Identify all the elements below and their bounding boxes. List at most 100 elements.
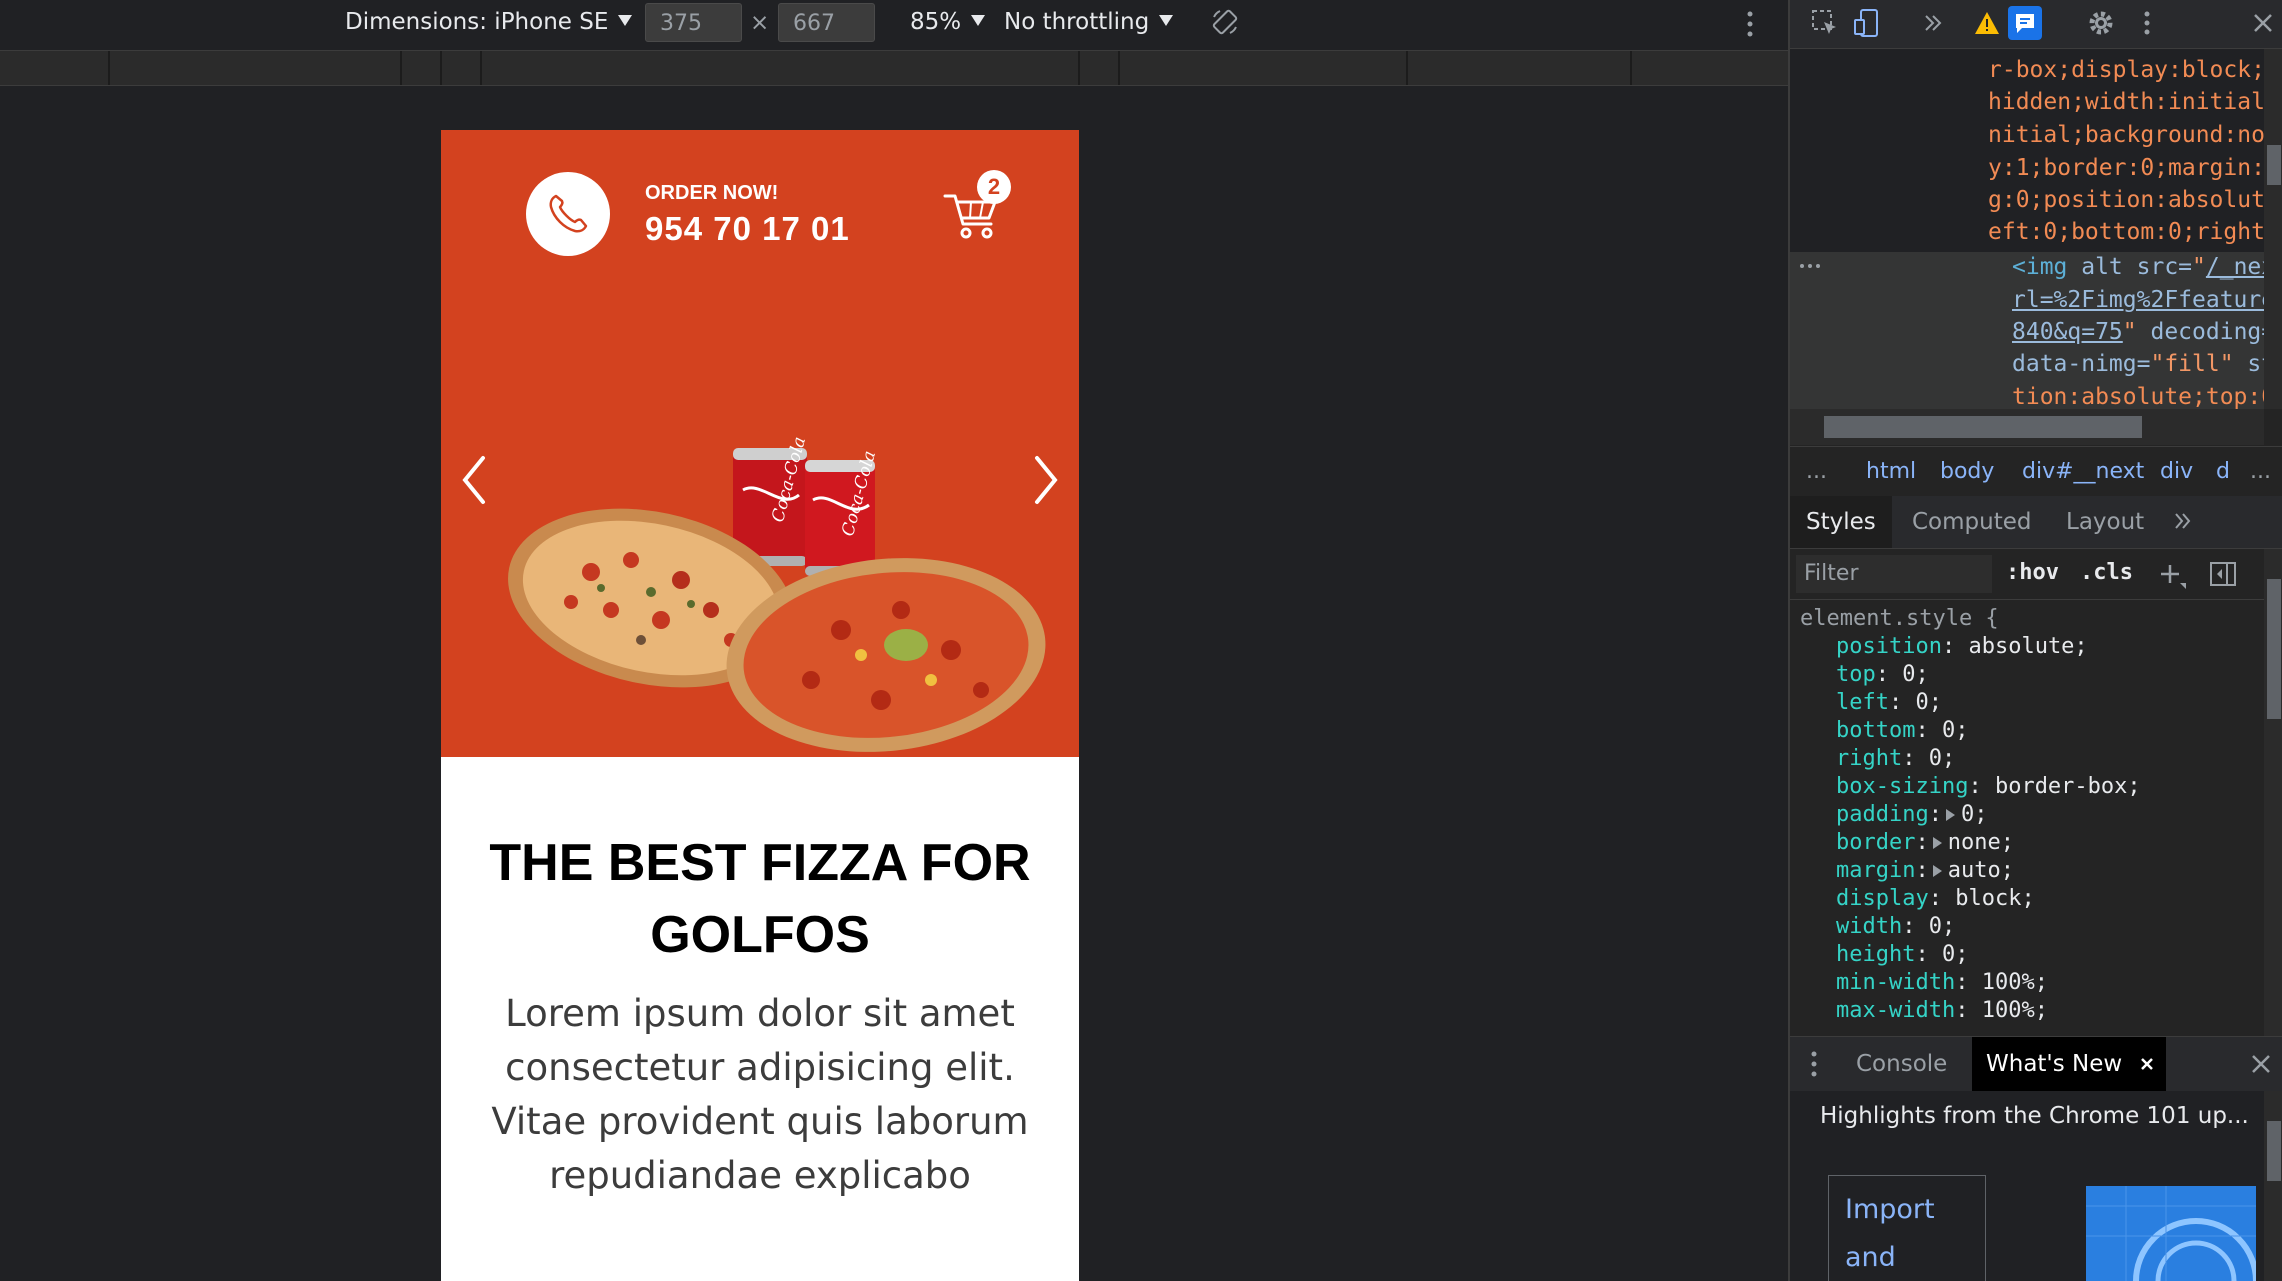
expand-triangle-icon[interactable] [1945, 809, 1955, 821]
scrollbar-thumb[interactable] [1824, 416, 2142, 438]
dom-line: hidden;width:initial; [1988, 89, 2264, 115]
scrollbar-thumb[interactable] [2267, 145, 2281, 185]
styles-pane: element.style { position: absolute; top:… [1790, 600, 2264, 1036]
css-property[interactable]: position: absolute; [1836, 634, 2088, 659]
close-tab-icon[interactable] [2140, 1057, 2154, 1071]
device-toggle-icon[interactable] [1852, 8, 1882, 38]
warning-icon[interactable] [1972, 8, 2002, 38]
dom-vertical-scrollbar[interactable] [2264, 49, 2282, 409]
styles-subtabs: Styles Computed Layout [1790, 496, 2282, 549]
tab-whats-new[interactable]: What's New [1972, 1037, 2167, 1091]
breadcrumb-item[interactable]: div#__next [2022, 459, 2144, 484]
ruler-segment[interactable] [1078, 51, 1080, 85]
css-property[interactable]: bottom: 0; [1836, 718, 1968, 743]
more-options-icon[interactable] [1742, 8, 1758, 40]
intro-section: THE BEST FIZZA FOR GOLFOS Lorem ipsum do… [441, 757, 1079, 1281]
slider-prev-arrow-icon[interactable] [455, 450, 495, 510]
css-property[interactable]: display: block; [1836, 886, 2035, 911]
css-property[interactable]: margin: auto; [1836, 858, 2014, 883]
inspect-element-icon[interactable] [1810, 8, 1840, 38]
ruler-segment[interactable] [108, 51, 110, 85]
expand-triangle-icon[interactable] [1932, 865, 1942, 877]
dom-line: y:1;border:0;margin:0 [1988, 155, 2264, 181]
drawer-menu-icon[interactable] [1808, 1049, 1820, 1079]
throttling-dropdown[interactable]: No throttling [1004, 9, 1174, 35]
pizza-and-soda-image: Coca-Cola Coca-Cola [508, 435, 1046, 752]
css-property[interactable]: right: 0; [1836, 746, 1955, 771]
dom-breadcrumb: ... html body div#__next div d ... [1790, 446, 2282, 498]
breadcrumb-overflow[interactable]: ... [2250, 459, 2271, 484]
toggle-sidebar-icon[interactable] [2208, 559, 2238, 589]
scrollbar-thumb[interactable] [2267, 579, 2281, 719]
phone-call-button[interactable] [526, 172, 610, 256]
hov-toggle[interactable]: :hov [2006, 560, 2059, 585]
breadcrumb-overflow[interactable]: ... [1806, 459, 1827, 484]
tab-styles[interactable]: Styles [1790, 496, 1892, 548]
css-property[interactable]: min-width: 100%; [1836, 970, 2048, 995]
node-options-icon[interactable] [1798, 261, 1822, 271]
devtools-menu-icon[interactable] [2132, 8, 2162, 38]
ruler-segment[interactable] [440, 51, 442, 85]
cls-toggle[interactable]: .cls [2080, 560, 2133, 585]
more-tabs-icon[interactable] [1918, 8, 1948, 38]
dom-horizontal-scrollbar[interactable] [1790, 409, 2264, 445]
issues-icon[interactable] [2008, 6, 2042, 40]
dimension-times-sign: × [750, 10, 770, 36]
dom-img-attrs: 840&q=75" decoding= [2012, 319, 2264, 345]
breadcrumb-item[interactable]: body [1940, 459, 1994, 484]
elements-dom-tree[interactable]: r-box;display:block;c hidden;width:initi… [1790, 49, 2264, 409]
device-height-input[interactable]: 667 [778, 3, 875, 42]
css-property[interactable]: box-sizing: border-box; [1836, 774, 2141, 799]
more-tabs-icon[interactable] [2170, 508, 2196, 534]
chevron-down-icon [618, 15, 633, 26]
zoom-dropdown[interactable]: 85% [910, 9, 986, 35]
expand-triangle-icon[interactable] [1932, 837, 1942, 849]
styles-filter-bar: Filter :hov .cls [1790, 549, 2282, 600]
breadcrumb-item[interactable]: d [2216, 459, 2230, 484]
tab-computed[interactable]: Computed [1896, 496, 2047, 548]
rotate-icon[interactable] [1210, 7, 1240, 37]
css-property[interactable]: max-width: 100%; [1836, 998, 2048, 1023]
device-dimensions-label: Dimensions: iPhone SE [345, 9, 609, 35]
chevron-down-icon [1159, 15, 1174, 26]
device-dimensions-dropdown[interactable]: Dimensions: iPhone SE [345, 9, 633, 35]
css-property[interactable]: border: none; [1836, 830, 2014, 855]
order-now-label: ORDER NOW! [645, 182, 779, 204]
media-query-ruler[interactable] [0, 50, 1788, 86]
intro-paragraph: Lorem ipsum dolor sit amet consectetur a… [491, 992, 1029, 1197]
whats-new-promo-image[interactable] [2086, 1186, 2256, 1281]
device-width-input[interactable]: 375 [645, 3, 742, 42]
ruler-segment[interactable] [1118, 51, 1120, 85]
tab-console[interactable]: Console [1842, 1037, 1961, 1091]
new-style-rule-icon[interactable] [2158, 561, 2188, 591]
whats-new-scrollbar[interactable] [2264, 1091, 2282, 1281]
styles-filter-input[interactable]: Filter [1796, 555, 1992, 593]
headline-line: THE BEST FIZZA FOR [489, 834, 1031, 892]
whats-new-card[interactable]: Import and [1828, 1175, 1986, 1281]
close-drawer-icon[interactable] [2250, 1053, 2272, 1075]
drawer-tabs: Console What's New [1790, 1036, 2282, 1092]
ruler-segment[interactable] [480, 51, 482, 85]
dom-img-node[interactable]: <img alt src="/_nex [2012, 254, 2264, 280]
dom-img-url[interactable]: rl=%2Fimg%2Ffeature [2012, 287, 2264, 313]
tab-layout[interactable]: Layout [2050, 496, 2160, 548]
breadcrumb-item[interactable]: html [1866, 459, 1916, 484]
ruler-segment[interactable] [1630, 51, 1632, 85]
styles-vertical-scrollbar[interactable] [2264, 549, 2282, 1036]
ruler-segment[interactable] [1406, 51, 1408, 85]
dom-img-attrs: data-nimg="fill" st [2012, 351, 2264, 377]
devtools-toolbar [1790, 0, 2282, 49]
css-property[interactable]: height: 0; [1836, 942, 1968, 967]
ruler-segment[interactable] [400, 51, 402, 85]
close-devtools-icon[interactable] [2248, 8, 2278, 38]
css-property[interactable]: width: 0; [1836, 914, 1955, 939]
css-property[interactable]: top: 0; [1836, 662, 1929, 687]
slider-next-arrow-icon[interactable] [1025, 450, 1065, 510]
breadcrumb-item[interactable]: div [2160, 459, 2193, 484]
order-phone-number[interactable]: 954 70 17 01 [645, 210, 850, 248]
settings-gear-icon[interactable] [2086, 8, 2116, 38]
css-property[interactable]: left: 0; [1836, 690, 1942, 715]
card-title-line: and [1845, 1242, 1896, 1273]
css-property[interactable]: padding: 0; [1836, 802, 1987, 827]
scrollbar-thumb[interactable] [2267, 1121, 2281, 1181]
